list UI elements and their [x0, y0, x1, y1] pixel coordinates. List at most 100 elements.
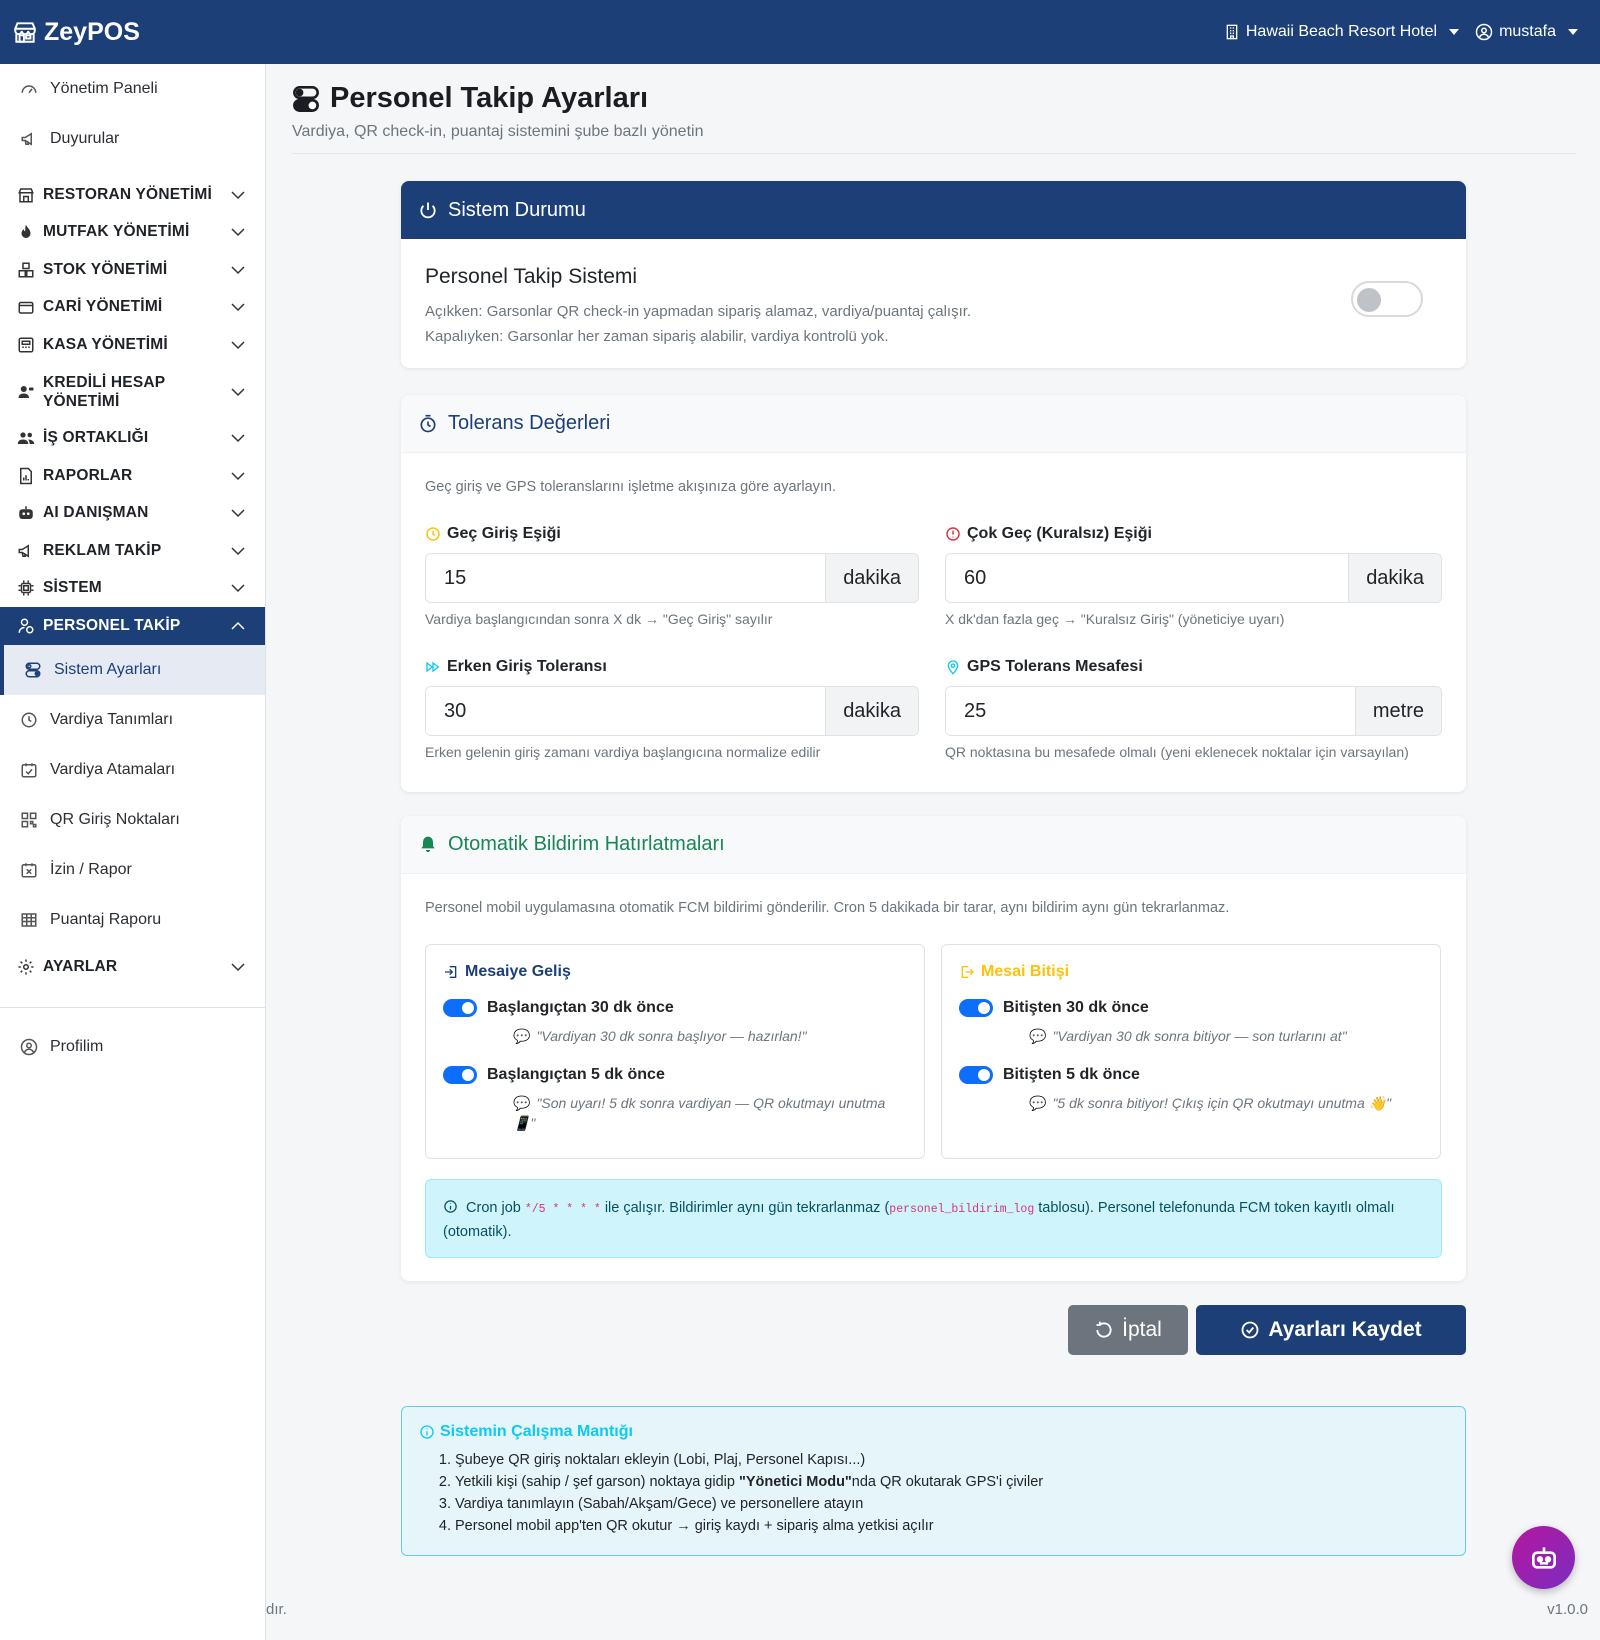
sidebar-section-kitchen[interactable]: MUTFAK YÖNETİMİ [0, 214, 265, 252]
sidebar-item-label: Duyurular [50, 130, 120, 147]
ai-assistant-button[interactable] [1512, 1526, 1575, 1589]
chevron-down-icon [231, 228, 245, 237]
card-title: Tolerans Değerleri [448, 412, 611, 434]
late-threshold-label: Geç Giriş Eşiği [447, 525, 561, 542]
very-late-threshold-input[interactable] [946, 554, 1349, 602]
power-icon [420, 202, 436, 219]
shop-icon [18, 188, 34, 203]
page-subtitle: Vardiya, QR check-in, puantaj sistemini … [292, 123, 704, 140]
step-text: Yetkili kişi (sahip / şef garson) noktay… [455, 1474, 739, 1490]
sidebar-section-restaurant[interactable]: RESTORAN YÖNETİMİ [0, 176, 265, 214]
clock-icon [21, 712, 37, 727]
section-label: KASA YÖNETİMİ [43, 335, 168, 353]
sidebar-item-profile[interactable]: Profilim [0, 1022, 265, 1072]
system-toggle[interactable] [1351, 281, 1423, 317]
robot-icon [1531, 1546, 1556, 1569]
sidebar-item-shift-assignments[interactable]: Vardiya Atamaları [0, 745, 265, 795]
check-circle-icon [1241, 1321, 1259, 1339]
user-name: mustafa [1499, 23, 1556, 40]
save-settings-button[interactable]: Ayarları Kaydet [1196, 1305, 1466, 1355]
sidebar-section-reports[interactable]: RAPORLAR [0, 457, 265, 495]
chevron-down-icon [231, 266, 245, 274]
logic-step: Yetkili kişi (sahip / şef garson) noktay… [455, 1471, 1448, 1493]
info-circle-icon [444, 1200, 457, 1213]
fast-forward-icon [426, 661, 440, 673]
arrival-30min-label: Başlangıçtan 30 dk önce [487, 999, 674, 1016]
sidebar-section-settings[interactable]: AYARLAR [0, 945, 265, 989]
section-label: REKLAM TAKİP [43, 541, 162, 559]
sidebar-item-attendance-report[interactable]: Puantaj Raporu [0, 895, 265, 945]
sidebar-item-label: Profilim [50, 1037, 104, 1055]
chevron-down-icon [231, 434, 245, 443]
sidebar-section-partnership[interactable]: İŞ ORTAKLIĞI [0, 420, 265, 458]
section-label: RAPORLAR [43, 466, 133, 484]
building-icon [1226, 24, 1238, 40]
chevron-down-icon [231, 387, 245, 396]
message-text: "Vardiyan 30 dk sonra bitiyor — son turl… [1052, 1028, 1347, 1044]
sidebar-section-system[interactable]: SİSTEM [0, 570, 265, 608]
gps-tolerance-label: GPS Tolerans Mesafesi [967, 658, 1143, 675]
arrival-notifications-box: Mesaiye Geliş Başlangıçtan 30 dk önce 💬 "… [425, 944, 925, 1159]
card-title: Sistem Durumu [448, 198, 586, 221]
arrival-30min-row: Başlangıçtan 30 dk önce [443, 999, 907, 1017]
sidebar-item-label: Vardiya Atamaları [50, 760, 176, 778]
branch-dropdown[interactable]: Hawaii Beach Resort Hotel [1224, 23, 1460, 41]
section-label: STOK YÖNETİMİ [43, 260, 168, 278]
sidebar-item-system-settings[interactable]: Sistem Ayarları [0, 644, 265, 695]
qr-code-icon [21, 812, 37, 827]
sidebar-section-ai[interactable]: AI DANIŞMAN [0, 495, 265, 533]
unit-addon: metre [1354, 687, 1441, 735]
departure-30min-toggle[interactable] [959, 999, 993, 1017]
arrival-5min-toggle[interactable] [443, 1066, 477, 1084]
early-tolerance-input[interactable] [426, 687, 826, 735]
sidebar-section-staff-tracking[interactable]: PERSONEL TAKİP [0, 607, 265, 645]
gps-tolerance-input[interactable] [946, 687, 1355, 735]
section-label: MUTFAK YÖNETİMİ [43, 223, 190, 241]
message-text: "Vardiyan 30 dk sonra başlıyor — hazırla… [536, 1028, 807, 1044]
sidebar-item-shift-definitions[interactable]: Vardiya Tanımları [0, 695, 265, 745]
button-label: Ayarları Kaydet [1268, 1318, 1422, 1341]
section-label-line1: KREDİLİ HESAP [43, 373, 166, 391]
top-navbar: ZeyPOS Hawaii Beach Resort Hotel mustafa [0, 0, 1600, 64]
fire-icon [21, 224, 31, 239]
gps-tolerance-help: QR noktasına bu mesafede olmalı (yeni ek… [945, 744, 1409, 760]
departure-5min-toggle[interactable] [959, 1066, 993, 1084]
robot-icon [19, 506, 33, 520]
very-late-threshold-help: X dk'dan fazla geç → "Kuralsız Giriş" (y… [945, 611, 1285, 627]
sidebar-item-leave-report[interactable]: İzin / Rapor [0, 845, 265, 895]
user-dropdown[interactable]: mustafa [1475, 23, 1578, 41]
departure-5min-message: 💬 "5 dk sonra bitiyor! Çıkış için QR okut… [1029, 1093, 1423, 1113]
brand[interactable]: ZeyPOS [12, 18, 140, 47]
exclamation-circle-icon [946, 527, 960, 541]
very-late-threshold-group: Çok Geç (Kuralsız) Eşiği dakika X dk'dan… [945, 525, 1442, 627]
departure-30min-label: Bitişten 30 dk önce [1003, 999, 1149, 1016]
person-circle-icon [20, 1038, 38, 1055]
logic-step: Personel mobil app'ten QR okutur → giriş… [455, 1515, 1448, 1537]
megaphone-icon [18, 544, 29, 558]
logic-step: Şubeye QR giriş noktaları ekleyin (Lobi,… [455, 1449, 1448, 1471]
sidebar-item-dashboard[interactable]: Yönetim Paneli [0, 64, 265, 114]
stopwatch-icon [420, 414, 436, 432]
section-label: AYARLAR [43, 957, 118, 975]
sidebar-section-cash[interactable]: KASA YÖNETİMİ [0, 326, 265, 364]
sidebar: Yönetim Paneli Duyurular RESTORAN YÖNETİ… [0, 64, 266, 1640]
late-threshold-input[interactable] [426, 554, 826, 602]
chevron-down-icon [231, 341, 245, 349]
gps-tolerance-group: GPS Tolerans Mesafesi metre QR noktasına… [945, 658, 1442, 760]
calendar-x-icon [21, 862, 37, 877]
arrival-30min-toggle[interactable] [443, 999, 477, 1017]
logic-step: Vardiya tanımlayın (Sabah/Akşam/Gece) ve… [455, 1493, 1448, 1515]
sidebar-section-credit[interactable]: KREDİLİ HESAP YÖNETİMİ [0, 364, 265, 420]
cancel-button[interactable]: İptal [1068, 1305, 1188, 1355]
sidebar-section-accounts[interactable]: CARİ YÖNETİMİ [0, 289, 265, 327]
system-desc-off: Kapalıyken: Garsonlar her zaman sipariş … [425, 328, 889, 345]
sidebar-item-qr-points[interactable]: QR Giriş Noktaları [0, 795, 265, 845]
notifications-card: Otomatik Bildirim Hatırlatmaları Persone… [401, 816, 1466, 1281]
departure-30min-message: 💬 "Vardiyan 30 dk sonra bitiyor — son tur… [1029, 1026, 1423, 1046]
sidebar-item-announcements[interactable]: Duyurular [0, 114, 265, 164]
button-label: İptal [1122, 1318, 1162, 1341]
arrival-5min-label: Başlangıçtan 5 dk önce [487, 1066, 665, 1083]
sidebar-section-ads[interactable]: REKLAM TAKİP [0, 532, 265, 570]
sidebar-section-stock[interactable]: STOK YÖNETİMİ [0, 251, 265, 289]
cpu-icon [18, 580, 34, 596]
